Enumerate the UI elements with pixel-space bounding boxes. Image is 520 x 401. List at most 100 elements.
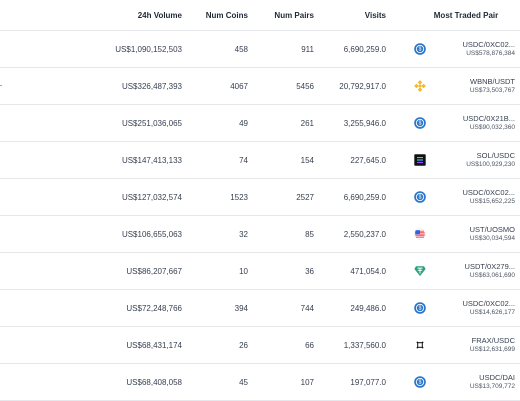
most-traded-pair-cell[interactable]: $ USDC/DAI US$13,709,772 [414,364,518,400]
column-header-num-coins[interactable]: Num Coins [190,0,248,30]
pair-name[interactable]: USDT/0X279... [433,263,515,271]
column-header-visits[interactable]: Visits [322,0,386,30]
pair-name[interactable]: FRAX/USDC [433,337,515,345]
usdt-icon [414,265,426,277]
pair-volume: US$15,652,225 [469,197,515,205]
most-traded-pair[interactable]: $ USDC/0XC02... US$578,876,384 [414,41,518,57]
usdc-icon: $ [414,376,426,388]
svg-text:$: $ [419,47,422,53]
most-traded-pair[interactable]: $ USDC/0XC02... US$14,626,177 [414,300,518,316]
table-row[interactable]: US$147,413,133 74 154 227,645.0 SOL/USDC US$1… [0,142,520,179]
svg-text:$: $ [419,380,422,386]
ust-icon [414,228,426,240]
row-left-marker [0,85,2,86]
pair-volume: US$578,876,384 [466,49,515,57]
pair-info: USDC/0XC02... US$578,876,384 [433,41,515,56]
pair-name[interactable]: USDC/0XC02... [433,189,515,197]
pair-volume: US$73,503,767 [469,86,515,94]
volume-cell: US$68,431,174 [126,340,182,350]
visits-cell: 249,486.0 [350,303,386,313]
table-row[interactable]: US$86,207,667 10 36 471,054.0 USDT/0X279... U… [0,253,520,290]
pair-volume: US$13,709,772 [469,382,515,390]
table-row[interactable]: US$72,248,766 394 744 249,486.0 $ USDC/0XC02.… [0,290,520,327]
volume-cell: US$106,655,063 [121,229,182,239]
most-traded-pair[interactable]: FRAX/USDC US$12,631,699 [414,337,518,353]
volume-cell: US$86,207,667 [126,266,182,276]
usdc-icon: $ [414,43,426,55]
svg-text:$: $ [419,306,422,312]
usdc-icon: $ [414,191,426,203]
pair-name[interactable]: UST/UOSMO [433,226,515,234]
pair-info: USDT/0X279... US$63,061,690 [433,263,515,278]
num-coins-cell: 49 [239,118,248,128]
table-body: US$1,090,152,503 458 911 6,690,259.0 $ USDC/0… [0,31,520,401]
pair-volume: US$63,061,690 [469,271,515,279]
exchange-table: 24h Volume Num Coins Num Pairs Visits Mo… [0,0,520,401]
most-traded-pair-cell[interactable]: USDT/0X279... US$63,061,690 [414,253,518,289]
pair-name[interactable]: USDC/0X21B... [433,115,515,123]
num-pairs-cell: 911 [301,44,314,54]
table-row[interactable]: US$68,408,058 45 107 197,077.0 $ USDC/DAI US$1… [0,364,520,401]
most-traded-pair[interactable]: $ USDC/0X21B... US$90,032,360 [414,115,518,131]
column-header-24h-volume[interactable]: 24h Volume [88,0,182,30]
visits-cell: 6,690,259.0 [343,44,386,54]
table-row[interactable]: US$106,655,063 32 85 2,550,237.0 UST/UOSMO US… [0,216,520,253]
pair-name[interactable]: USDC/DAI [433,374,515,382]
visits-cell: 197,077.0 [350,377,386,387]
num-coins-cell: 1523 [230,192,248,202]
most-traded-pair-cell[interactable]: WBNB/USDT US$73,503,767 [414,68,518,104]
num-coins-cell: 4067 [230,81,248,91]
most-traded-pair[interactable]: $ USDC/DAI US$13,709,772 [414,374,518,390]
num-coins-cell: 394 [234,303,248,313]
visits-cell: 6,690,259.0 [343,192,386,202]
column-header-num-pairs[interactable]: Num Pairs [256,0,314,30]
most-traded-pair-cell[interactable]: FRAX/USDC US$12,631,699 [414,327,518,363]
num-coins-cell: 26 [239,340,248,350]
num-coins-cell: 45 [239,377,248,387]
table-header: 24h Volume Num Coins Num Pairs Visits Mo… [0,0,520,31]
volume-cell: US$1,090,152,503 [115,44,182,54]
table-row[interactable]: US$1,090,152,503 458 911 6,690,259.0 $ USDC/0… [0,31,520,68]
num-pairs-cell: 154 [300,155,314,165]
pair-name[interactable]: WBNB/USDT [433,78,515,86]
most-traded-pair[interactable]: $ USDC/0XC02... US$15,652,225 [414,189,518,205]
pair-name[interactable]: SOL/USDC [433,152,515,160]
table-row[interactable]: US$68,431,174 26 66 1,337,560.0 FRAX/USDC US$… [0,327,520,364]
num-coins-cell: 32 [239,229,248,239]
visits-cell: 471,054.0 [350,266,386,276]
most-traded-pair-cell[interactable]: $ USDC/0XC02... US$15,652,225 [414,179,518,215]
num-pairs-cell: 5456 [296,81,314,91]
pair-info: USDC/DAI US$13,709,772 [433,374,515,389]
column-header-most-traded-pair[interactable]: Most Traded Pair [414,0,518,30]
most-traded-pair-cell[interactable]: SOL/USDC US$100,929,230 [414,142,518,178]
table-row[interactable]: US$251,036,065 49 261 3,255,946.0 $ USDC/0X21… [0,105,520,142]
pair-volume: US$12,631,699 [469,345,515,353]
most-traded-pair[interactable]: WBNB/USDT US$73,503,767 [414,78,518,94]
most-traded-pair-cell[interactable]: $ USDC/0X21B... US$90,032,360 [414,105,518,141]
num-coins-cell: 10 [239,266,248,276]
most-traded-pair-cell[interactable]: $ USDC/0XC02... US$14,626,177 [414,290,518,326]
pair-volume: US$14,626,177 [469,308,515,316]
num-pairs-cell: 85 [305,229,314,239]
usdc-icon: $ [414,302,426,314]
table-row[interactable]: US$326,487,393 4067 5456 20,792,917.0 WBNB/U… [0,68,520,105]
num-pairs-cell: 2527 [296,192,314,202]
most-traded-pair[interactable]: UST/UOSMO US$30,034,594 [414,226,518,242]
most-traded-pair[interactable]: USDT/0X279... US$63,061,690 [414,263,518,279]
frax-icon [414,339,426,351]
pair-info: USDC/0XC02... US$14,626,177 [433,300,515,315]
most-traded-pair[interactable]: SOL/USDC US$100,929,230 [414,152,518,168]
pair-name[interactable]: USDC/0XC02... [433,41,515,49]
visits-cell: 1,337,560.0 [343,340,386,350]
table-row[interactable]: US$127,032,574 1523 2527 6,690,259.0 $ USDC/0… [0,179,520,216]
num-pairs-cell: 744 [300,303,314,313]
visits-cell: 2,550,237.0 [343,229,386,239]
pair-info: WBNB/USDT US$73,503,767 [433,78,515,93]
num-pairs-cell: 261 [300,118,314,128]
pair-info: SOL/USDC US$100,929,230 [433,152,515,167]
svg-text:$: $ [419,121,422,127]
volume-cell: US$72,248,766 [126,303,182,313]
most-traded-pair-cell[interactable]: $ USDC/0XC02... US$578,876,384 [414,31,518,67]
pair-name[interactable]: USDC/0XC02... [433,300,515,308]
most-traded-pair-cell[interactable]: UST/UOSMO US$30,034,594 [414,216,518,252]
